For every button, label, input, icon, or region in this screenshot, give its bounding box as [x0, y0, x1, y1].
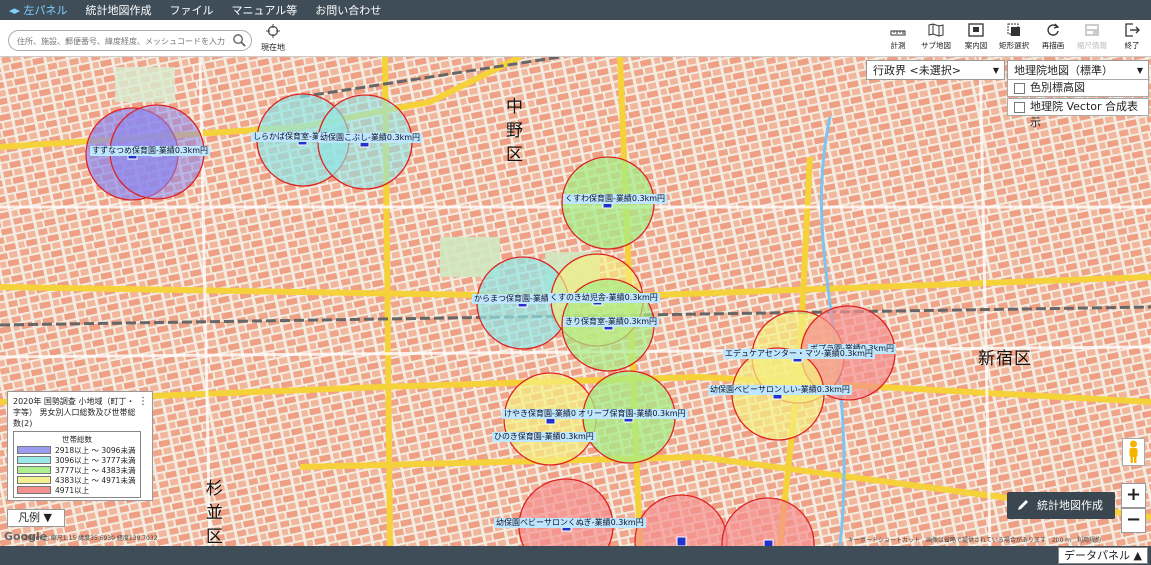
zoom-out-button[interactable]: − — [1121, 508, 1146, 533]
admin-boundary-select[interactable]: 行政界 <未選択> ▼ — [866, 60, 1005, 80]
facility-label[interactable]: 幼保園こぶし-業績0.3km円 — [318, 133, 423, 143]
ward-char: 野 — [506, 121, 524, 141]
admin-boundary-value: 行政界 <未選択> — [873, 64, 961, 77]
checkbox-icon[interactable] — [1014, 83, 1025, 94]
facility-label[interactable]: きり保育室-業績0.3km円 — [563, 317, 660, 327]
search-box — [8, 30, 252, 51]
ruler-icon — [890, 30, 906, 36]
scale-info-icon — [1085, 24, 1099, 36]
search-input[interactable] — [17, 33, 227, 49]
search-icon[interactable] — [232, 33, 247, 48]
sub-map-button[interactable]: サブ地図 — [917, 22, 955, 56]
scale-info-label: 縮尺情報 — [1077, 41, 1107, 50]
data-panel-button[interactable]: データパネル ▲ — [1058, 547, 1148, 564]
legend-row-label: 4971以上 — [55, 485, 90, 495]
legend-subtitle: 世帯総数 — [62, 435, 92, 444]
scale-info-button[interactable]: 縮尺情報 — [1073, 22, 1111, 56]
left-panel-toggle[interactable]: ◂▸ 左パネル — [0, 2, 77, 18]
map-attribution[interactable]: キーボードショートカット 画像は省略で提供されている場合があります 200 m … — [848, 535, 1101, 544]
pencil-icon — [1018, 500, 1028, 510]
elevation-toggle[interactable]: 色別標高図 — [1007, 79, 1149, 97]
facility-label[interactable]: くすわ保育園-業績0.3km円 — [563, 194, 668, 204]
toolbar: 現在地 計測 サブ地図 案内図 矩形選択 再描画 縮尺情報 終了 — [0, 20, 1151, 57]
legend-toggle-button[interactable]: 凡例 ▼ — [7, 509, 65, 527]
menu-bar: ◂▸ 左パネル 統計地図作成 ファイル マニュアル等 お問い合わせ — [0, 0, 1151, 20]
legend-box: 世帯総数 2918以上 ～ 3096未満 3096以上 ～ 3777未満 377… — [13, 431, 141, 498]
rect-select-button[interactable]: 矩形選択 — [995, 22, 1033, 56]
guide-map-label: 案内図 — [964, 41, 988, 50]
vector-toggle[interactable]: 地理院 Vector 合成表示 — [1007, 98, 1149, 129]
ward-char: 杉 — [206, 479, 224, 499]
legend-row: 4971以上 — [17, 485, 137, 495]
create-stat-map-label: 統計地図作成 — [1037, 499, 1103, 512]
legend-swatch — [17, 486, 51, 494]
facility-label[interactable]: ひのき保育園-業績0.3km円 — [492, 432, 596, 442]
facility-label[interactable]: からまつ保育園-業績 — [472, 294, 551, 304]
sub-map-label: サブ地図 — [921, 41, 951, 50]
legend-swatch — [17, 446, 51, 454]
base-map-select[interactable]: 地理院地図（標準） ▼ — [1007, 60, 1149, 80]
bottom-bar: データパネル ▲ — [0, 546, 1151, 565]
ward-label-suginami: 杉 並 区 — [205, 477, 225, 546]
exit-label: 終了 — [1124, 41, 1140, 50]
ward-char: 区 — [206, 527, 224, 546]
legend-swatch — [17, 466, 51, 474]
facility-label[interactable]: オリーブ保育園-業績0.3km円 — [576, 409, 688, 419]
current-location-button[interactable]: 現在地 — [258, 24, 288, 53]
ward-label-nakano: 中 野 区 — [505, 95, 525, 167]
guide-map-button[interactable]: 案内図 — [957, 22, 995, 56]
checkbox-icon[interactable] — [1014, 102, 1025, 113]
menu-item-contact[interactable]: お問い合わせ — [306, 2, 390, 18]
facility-label[interactable]: 幼保園ベビーサロンくぬぎ-業績0.3km円 — [494, 518, 646, 528]
menu-item-stat-map[interactable]: 統計地図作成 — [77, 2, 161, 18]
crosshair-icon — [266, 24, 280, 38]
ward-label-shinjuku: 新宿区 — [978, 349, 1032, 369]
exit-icon — [1125, 23, 1140, 37]
pegman-icon — [1129, 440, 1138, 463]
legend-title: 2020年 国勢調査 小地域（町丁・字等） 男女別人口総数及び世帯総数(2) — [13, 397, 136, 428]
zoom-in-button[interactable]: + — [1121, 483, 1146, 508]
menu-item-file[interactable]: ファイル — [161, 2, 223, 18]
more-vert-icon[interactable]: ⋮ — [138, 396, 148, 407]
chevron-down-icon: ▼ — [992, 66, 999, 75]
base-map-value: 地理院地図（標準） — [1014, 64, 1113, 77]
chevron-down-icon: ▼ — [1136, 66, 1143, 75]
map-area[interactable]: 中 野 区 新宿区 杉 並 区 すずなつめ保育園-業績0.3km円 しらかば保育… — [0, 57, 1151, 546]
guide-map-icon — [968, 23, 984, 37]
ward-char: 中 — [506, 97, 524, 117]
elevation-label: 色別標高図 — [1030, 81, 1085, 94]
redraw-icon — [1047, 23, 1060, 36]
legend-row: 3096以上 ～ 3777未満 — [17, 455, 137, 465]
rect-select-label: 矩形選択 — [999, 41, 1029, 50]
ward-char: 並 — [206, 503, 224, 523]
measure-button[interactable]: 計測 — [879, 22, 917, 56]
scale-readout: 200m □ 縮尺1:15 緯度35.6930 経度139.7032 — [24, 535, 158, 542]
measure-label: 計測 — [890, 41, 906, 50]
exit-button[interactable]: 終了 — [1113, 22, 1151, 56]
street-view-pegman[interactable] — [1122, 438, 1145, 466]
legend-row: 2918以上 ～ 3096未満 — [17, 445, 137, 455]
facility-label[interactable]: くすのき幼児舎-業績0.3km円 — [548, 293, 660, 303]
legend-row: 3777以上 ～ 4383未満 — [17, 465, 137, 475]
facility-label[interactable]: 幼保園ベビーサロンしい-業績0.3km円 — [708, 385, 852, 395]
legend-swatch — [17, 456, 51, 464]
redraw-button[interactable]: 再描画 — [1034, 22, 1072, 56]
current-location-label: 現在地 — [261, 43, 285, 52]
create-stat-map-button[interactable]: 統計地図作成 — [1007, 492, 1115, 519]
rect-select-icon — [1007, 23, 1020, 36]
legend-swatch — [17, 476, 51, 484]
facility-label[interactable]: エデュケアセンター・マツ-業績0.3km円 — [723, 349, 875, 359]
ward-char: 区 — [506, 145, 524, 165]
redraw-label: 再描画 — [1041, 41, 1065, 50]
legend-row: 4383以上 ～ 4971未満 — [17, 475, 137, 485]
legend-panel: 2020年 国勢調査 小地域（町丁・字等） 男女別人口総数及び世帯総数(2) ⋮… — [7, 391, 153, 501]
facility-label[interactable]: すずなつめ保育園-業績0.3km円 — [90, 146, 211, 156]
menu-item-manual[interactable]: マニュアル等 — [223, 2, 307, 18]
sub-map-icon — [928, 23, 944, 37]
